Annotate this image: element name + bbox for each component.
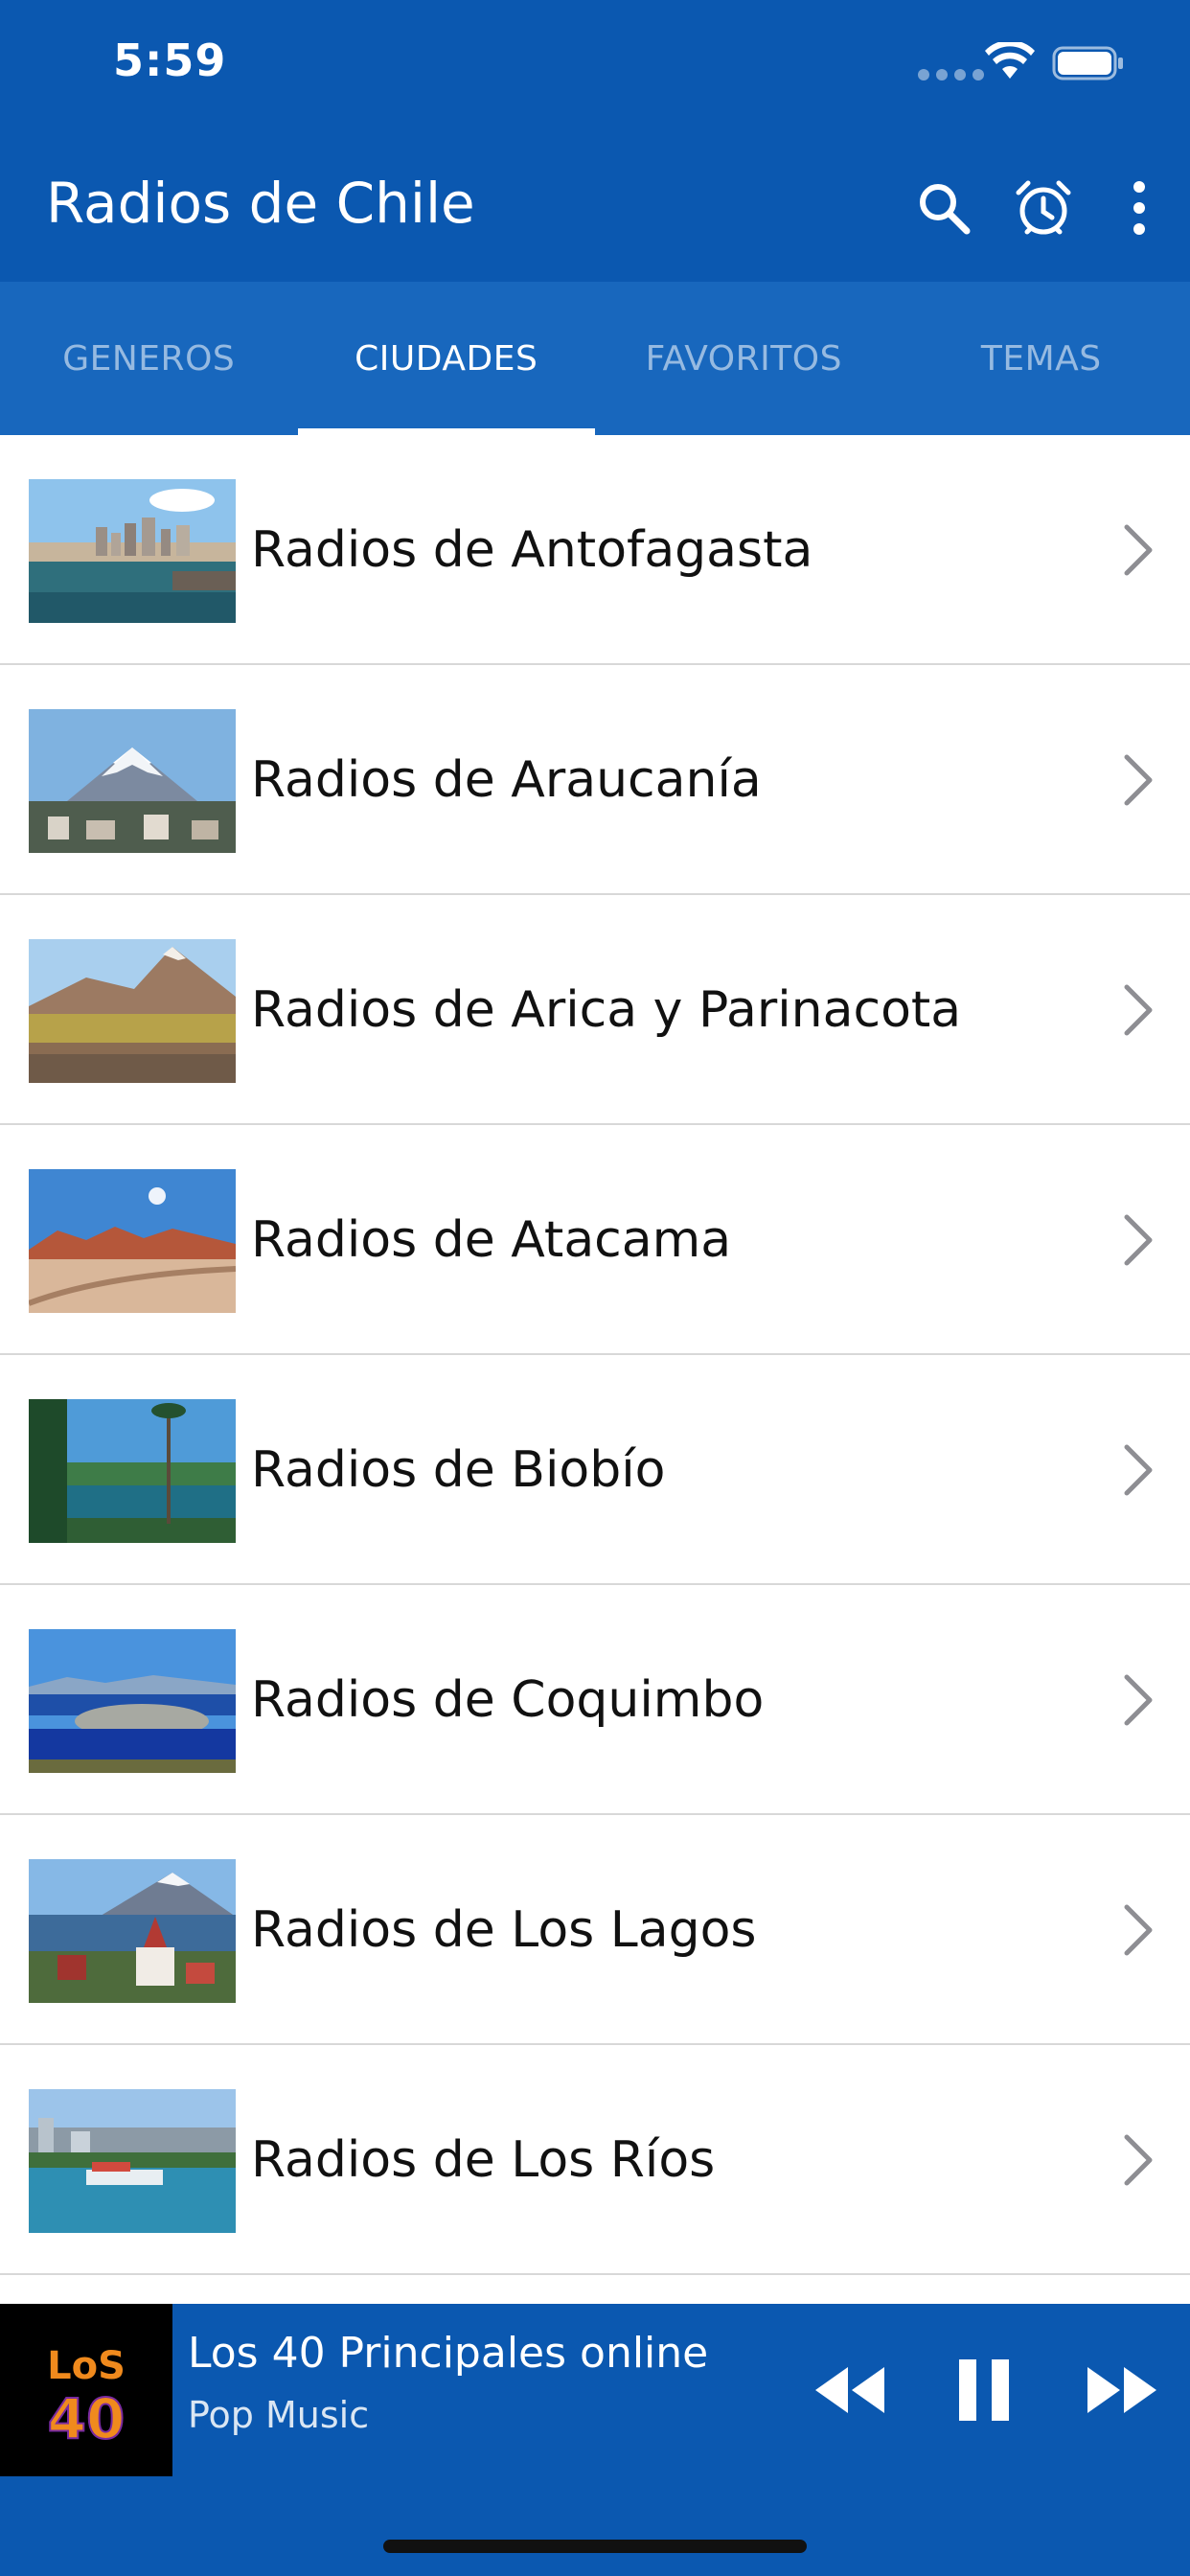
pause-button[interactable]: [943, 2342, 1025, 2438]
araucaria-lake-photo: [29, 1399, 236, 1543]
status-bar: 5:59: [0, 0, 1190, 144]
svg-text:LoS: LoS: [47, 2344, 126, 2388]
list-item-los-lagos[interactable]: Radios de Los Lagos: [0, 1815, 1190, 2045]
chevron-right-icon: [1124, 984, 1153, 1036]
cellular-signal-icon: [918, 69, 984, 80]
fast-forward-button[interactable]: [1081, 2342, 1163, 2438]
more-vertical-icon: [1133, 181, 1145, 235]
list-item-antofagasta[interactable]: Radios de Antofagasta: [0, 435, 1190, 665]
list-item-label: Radios de Biobío: [251, 1441, 666, 1499]
list-item-araucania[interactable]: Radios de Araucanía: [0, 665, 1190, 895]
altiplano-lagoon-photo: [29, 939, 236, 1083]
list-item-label: Radios de Arica y Parinacota: [251, 981, 962, 1039]
status-time: 5:59: [113, 34, 227, 86]
bay-town-photo: [29, 1629, 236, 1773]
desert-moon-photo: [29, 1169, 236, 1313]
alarm-icon: [1016, 180, 1071, 235]
now-playing-bar[interactable]: LoS 40 Los 40 Principales online Pop Mus…: [0, 2304, 1190, 2576]
pause-icon: [959, 2359, 1009, 2421]
app-title: Radios de Chile: [46, 171, 475, 236]
tab-generos[interactable]: GENEROS: [0, 282, 298, 435]
now-playing-title: Los 40 Principales online: [188, 2329, 709, 2378]
list-item-label: Radios de Atacama: [251, 1211, 732, 1269]
list-item-label: Radios de Araucanía: [251, 751, 762, 809]
alarm-button[interactable]: [1008, 172, 1079, 243]
chevron-right-icon: [1124, 1674, 1153, 1726]
city-list: Radios de Antofagasta Radios de Araucaní…: [0, 435, 1190, 2275]
tab-bar: GENEROS CIUDADES FAVORITOS TEMAS: [0, 282, 1190, 435]
chevron-right-icon: [1124, 754, 1153, 806]
list-item-label: Radios de Los Ríos: [251, 2131, 716, 2189]
list-item-label: Radios de Antofagasta: [251, 521, 813, 579]
coastal-city-photo: [29, 479, 236, 623]
chevron-right-icon: [1124, 524, 1153, 576]
river-port-photo: [29, 2089, 236, 2233]
list-item-atacama[interactable]: Radios de Atacama: [0, 1125, 1190, 1355]
list-item-label: Radios de Los Lagos: [251, 1901, 757, 1959]
search-button[interactable]: [908, 172, 979, 243]
svg-text:40: 40: [48, 2386, 126, 2451]
fast-forward-icon: [1087, 2367, 1156, 2413]
list-item-los-rios[interactable]: Radios de Los Ríos: [0, 2045, 1190, 2275]
tab-ciudades[interactable]: CIUDADES: [297, 282, 596, 435]
battery-icon: [1052, 46, 1123, 80]
list-item-coquimbo[interactable]: Radios de Coquimbo: [0, 1585, 1190, 1815]
tab-temas[interactable]: TEMAS: [893, 282, 1190, 435]
more-options-button[interactable]: [1104, 172, 1175, 243]
rewind-button[interactable]: [809, 2342, 891, 2438]
chevron-right-icon: [1124, 1214, 1153, 1266]
home-indicator[interactable]: [383, 2540, 807, 2553]
search-icon: [920, 184, 971, 235]
station-logo: LoS 40: [0, 2304, 172, 2476]
chevron-right-icon: [1124, 1444, 1153, 1496]
now-playing-subtitle: Pop Music: [188, 2394, 370, 2436]
app-bar: Radios de Chile: [0, 144, 1190, 282]
wifi-icon: [985, 42, 1035, 79]
snow-volcano-photo: [29, 709, 236, 853]
lake-church-volcano-photo: [29, 1859, 236, 2003]
chevron-right-icon: [1124, 2134, 1153, 2186]
tab-favoritos[interactable]: FAVORITOS: [595, 282, 893, 435]
list-item-label: Radios de Coquimbo: [251, 1671, 765, 1729]
rewind-icon: [815, 2367, 884, 2413]
list-item-arica-y-parinacota[interactable]: Radios de Arica y Parinacota: [0, 895, 1190, 1125]
chevron-right-icon: [1124, 1904, 1153, 1956]
list-item-biobio[interactable]: Radios de Biobío: [0, 1355, 1190, 1585]
